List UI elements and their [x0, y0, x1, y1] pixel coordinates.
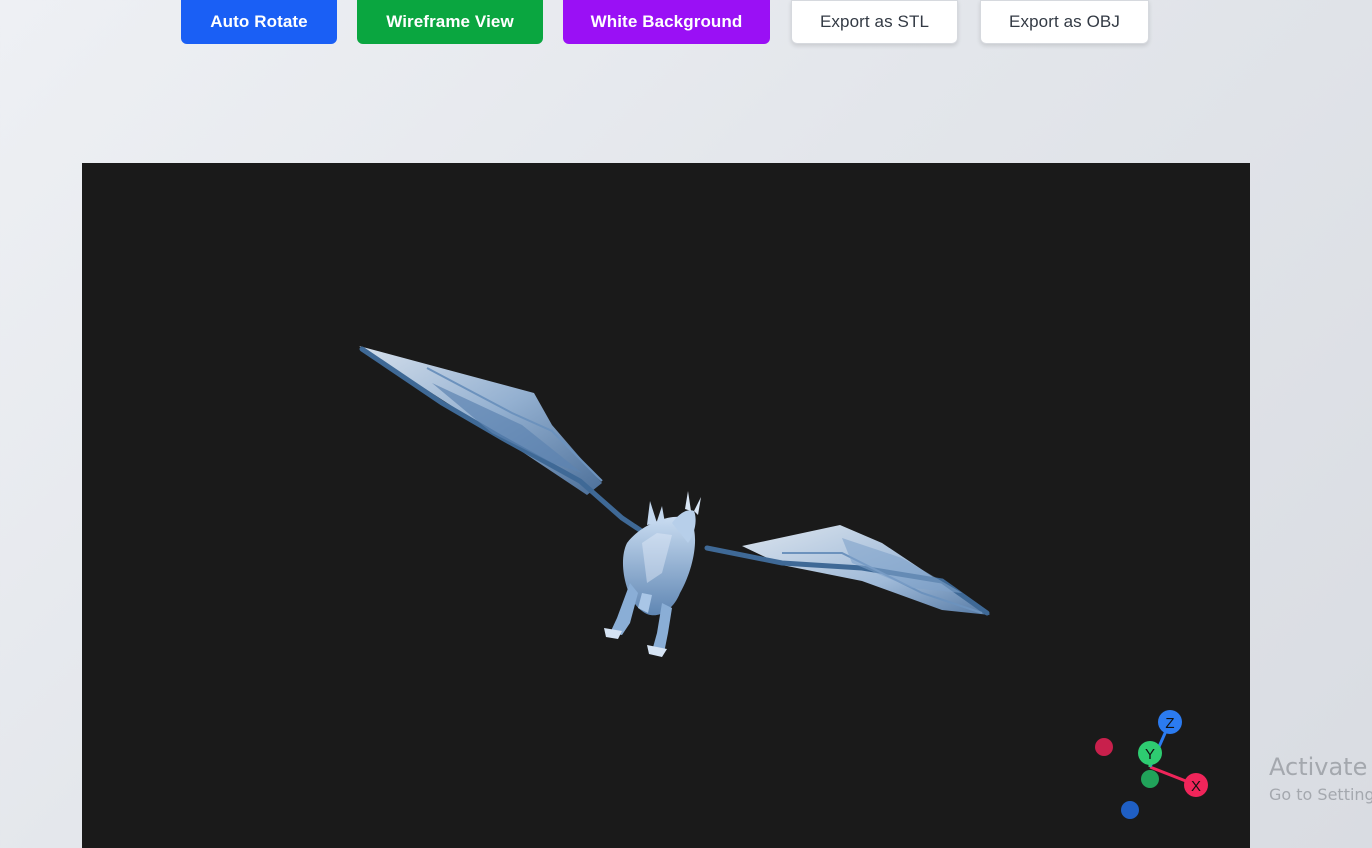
neg-x-dot[interactable]	[1095, 738, 1113, 756]
neg-y-dot[interactable]	[1141, 770, 1159, 788]
neg-z-dot[interactable]	[1121, 801, 1139, 819]
z-axis-label: Z	[1165, 715, 1174, 732]
y-axis-label: Y	[1145, 746, 1155, 763]
dragon-spike	[647, 501, 657, 525]
axis-gizmo[interactable]: Z Y X	[1095, 710, 1208, 819]
left-wing-bone	[359, 346, 655, 541]
3d-viewport[interactable]: Z Y X	[82, 163, 1250, 848]
dragon-model[interactable]	[359, 346, 990, 657]
export-stl-button[interactable]: Export as STL	[791, 0, 958, 44]
os-activation-watermark: Activate W Go to Setting	[1269, 752, 1372, 808]
dragon-spike	[657, 506, 665, 523]
dragon-horn	[694, 497, 701, 515]
export-obj-button[interactable]: Export as OBJ	[980, 0, 1149, 44]
dragon-horn	[685, 491, 691, 511]
watermark-subtitle: Go to Setting	[1269, 785, 1372, 804]
toolbar: Auto Rotate Wireframe View White Backgro…	[0, 0, 1372, 60]
wireframe-view-button[interactable]: Wireframe View	[357, 0, 543, 44]
scene-canvas[interactable]: Z Y X	[82, 163, 1250, 848]
dragon-leg	[610, 583, 638, 635]
watermark-title: Activate W	[1269, 753, 1372, 781]
auto-rotate-button[interactable]: Auto Rotate	[181, 0, 337, 44]
x-axis-label: X	[1191, 778, 1201, 795]
white-background-button[interactable]: White Background	[563, 0, 770, 44]
